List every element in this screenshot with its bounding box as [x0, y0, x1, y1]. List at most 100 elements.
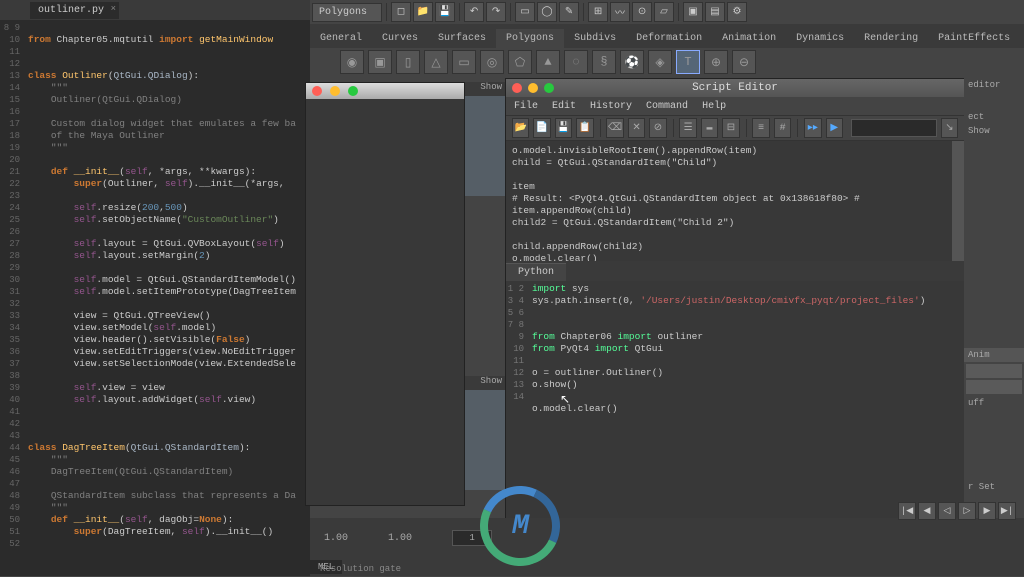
render-settings-icon[interactable]: ⚙ [727, 2, 747, 22]
shelf-tab-deformation[interactable]: Deformation [626, 29, 712, 48]
prism-icon[interactable]: ⬠ [508, 50, 532, 74]
line-gutter: 8 9 10 11 12 13 14 15 16 17 18 19 20 21 … [0, 20, 24, 576]
menu-file[interactable]: File [514, 101, 538, 112]
type-icon[interactable]: T [676, 50, 700, 74]
lasso-icon[interactable]: ◯ [537, 2, 557, 22]
clear-all-icon[interactable]: ⊘ [649, 118, 666, 138]
search-input[interactable] [851, 119, 937, 137]
open-icon[interactable]: 📁 [413, 2, 433, 22]
undo-icon[interactable]: ↶ [464, 2, 484, 22]
show-both-icon[interactable]: ⊟ [722, 118, 739, 138]
plane-icon[interactable]: ▭ [452, 50, 476, 74]
cube-icon[interactable]: ▣ [368, 50, 392, 74]
select-icon[interactable]: ▭ [515, 2, 535, 22]
custom-outliner-window[interactable] [305, 82, 465, 506]
maximize-window-icon[interactable] [544, 83, 554, 93]
torus-icon[interactable]: ◎ [480, 50, 504, 74]
execute-icon[interactable]: ▸▸ [804, 118, 821, 138]
maya-shelf: ◉ ▣ ▯ △ ▭ ◎ ⬠ ▲ ◌ § ⚽ ◈ T ⊕ ⊖ [310, 48, 1024, 76]
menu-edit[interactable]: Edit [552, 101, 576, 112]
line-numbers-icon[interactable]: # [774, 118, 791, 138]
save-icon[interactable]: 💾 [435, 2, 455, 22]
execute-all-icon[interactable]: ▶ [826, 118, 843, 138]
soccer-icon[interactable]: ⚽ [620, 50, 644, 74]
save-script-icon[interactable]: 💾 [555, 118, 572, 138]
shelf-tab-polygons[interactable]: Polygons [496, 29, 564, 48]
render-icon[interactable]: ▣ [683, 2, 703, 22]
shelf-tab-curves[interactable]: Curves [372, 29, 428, 48]
ipr-icon[interactable]: ▤ [705, 2, 725, 22]
script-history-output[interactable]: o.model.invisibleRootItem().appendRow(it… [506, 141, 964, 261]
cone-icon[interactable]: △ [424, 50, 448, 74]
shelf-tab-dynamics[interactable]: Dynamics [786, 29, 854, 48]
redo-icon[interactable]: ↷ [486, 2, 506, 22]
goto-end-icon[interactable]: ▶| [998, 502, 1016, 520]
outliner-titlebar[interactable] [306, 83, 464, 99]
goto-start-icon[interactable]: |◀ [898, 502, 916, 520]
extract-icon[interactable]: ⊖ [732, 50, 756, 74]
show-history-icon[interactable]: ☰ [679, 118, 696, 138]
step-forward-icon[interactable]: ▶ [978, 502, 996, 520]
snap-point-icon[interactable]: ⊙ [632, 2, 652, 22]
code-editor-panel: outliner.py × 8 9 10 11 12 13 14 15 16 1… [0, 0, 310, 576]
snap-grid-icon[interactable]: ⊞ [588, 2, 608, 22]
python-tab[interactable]: Python [506, 263, 566, 281]
timeline-bar[interactable]: 1.00 1.00 1 [310, 518, 1024, 558]
module-dropdown[interactable]: Polygons [312, 3, 382, 22]
close-icon[interactable]: × [111, 4, 116, 14]
shelf-tab-painteffects[interactable]: PaintEffects [928, 29, 1020, 48]
close-window-icon[interactable] [312, 86, 322, 96]
shelf-tab-rendering[interactable]: Rendering [854, 29, 928, 48]
panel-show-label-2[interactable]: Show [465, 376, 505, 390]
step-back-icon[interactable]: ◀ [918, 502, 936, 520]
sphere-icon[interactable]: ◉ [340, 50, 364, 74]
shelf-tab-animation[interactable]: Animation [712, 29, 786, 48]
menu-help[interactable]: Help [702, 101, 726, 112]
pyramid-icon[interactable]: ▲ [536, 50, 560, 74]
menu-command[interactable]: Command [646, 101, 688, 112]
script-editor-titlebar[interactable]: Script Editor [506, 79, 964, 97]
viewport-fragment-2 [465, 390, 505, 490]
panel-show-label[interactable]: Show [465, 82, 505, 96]
anim-label[interactable]: Anim [964, 348, 1024, 362]
minimize-window-icon[interactable] [528, 83, 538, 93]
platonic-icon[interactable]: ◈ [648, 50, 672, 74]
shelf-tab-toon[interactable]: Toon [1020, 29, 1024, 48]
save-to-shelf-icon[interactable]: 📋 [576, 118, 593, 138]
editor-tab[interactable]: outliner.py × [30, 2, 119, 19]
close-window-icon[interactable] [512, 83, 522, 93]
menu-history[interactable]: History [590, 101, 632, 112]
cylinder-icon[interactable]: ▯ [396, 50, 420, 74]
timeline-start: 1.00 [324, 533, 348, 544]
shelf-tab-surfaces[interactable]: Surfaces [428, 29, 496, 48]
anim-field-2[interactable] [966, 380, 1022, 394]
shelf-tab-subdivs[interactable]: Subdivs [564, 29, 626, 48]
tab-label: outliner.py [38, 5, 104, 16]
show-label[interactable]: Show [964, 124, 1024, 138]
clear-history-icon[interactable]: ⌫ [606, 118, 623, 138]
scrollbar[interactable] [952, 141, 964, 261]
clear-input-icon[interactable]: ✕ [628, 118, 645, 138]
pipe-icon[interactable]: ◌ [564, 50, 588, 74]
combine-icon[interactable]: ⊕ [704, 50, 728, 74]
minimize-window-icon[interactable] [330, 86, 340, 96]
code-area: 8 9 10 11 12 13 14 15 16 17 18 19 20 21 … [0, 20, 310, 576]
play-forward-icon[interactable]: ▷ [958, 502, 976, 520]
snap-curve-icon[interactable]: 〰 [610, 2, 630, 22]
open-script-icon[interactable]: 📂 [512, 118, 529, 138]
code-content[interactable]: from Chapter05.mqtutil import getMainWin… [24, 20, 310, 576]
goto-icon[interactable]: ↘ [941, 118, 958, 138]
new-scene-icon[interactable]: ◻ [391, 2, 411, 22]
echo-icon[interactable]: ≡ [752, 118, 769, 138]
maximize-window-icon[interactable] [348, 86, 358, 96]
anim-field[interactable] [966, 364, 1022, 378]
snap-plane-icon[interactable]: ▱ [654, 2, 674, 22]
separator [678, 3, 679, 21]
paint-icon[interactable]: ✎ [559, 2, 579, 22]
right-panel-fragment: editor ect Show Anim uff r Set [964, 78, 1024, 518]
show-input-icon[interactable]: ▬ [701, 118, 718, 138]
source-script-icon[interactable]: 📄 [533, 118, 550, 138]
shelf-tab-general[interactable]: General [310, 29, 372, 48]
helix-icon[interactable]: § [592, 50, 616, 74]
play-back-icon[interactable]: ◁ [938, 502, 956, 520]
